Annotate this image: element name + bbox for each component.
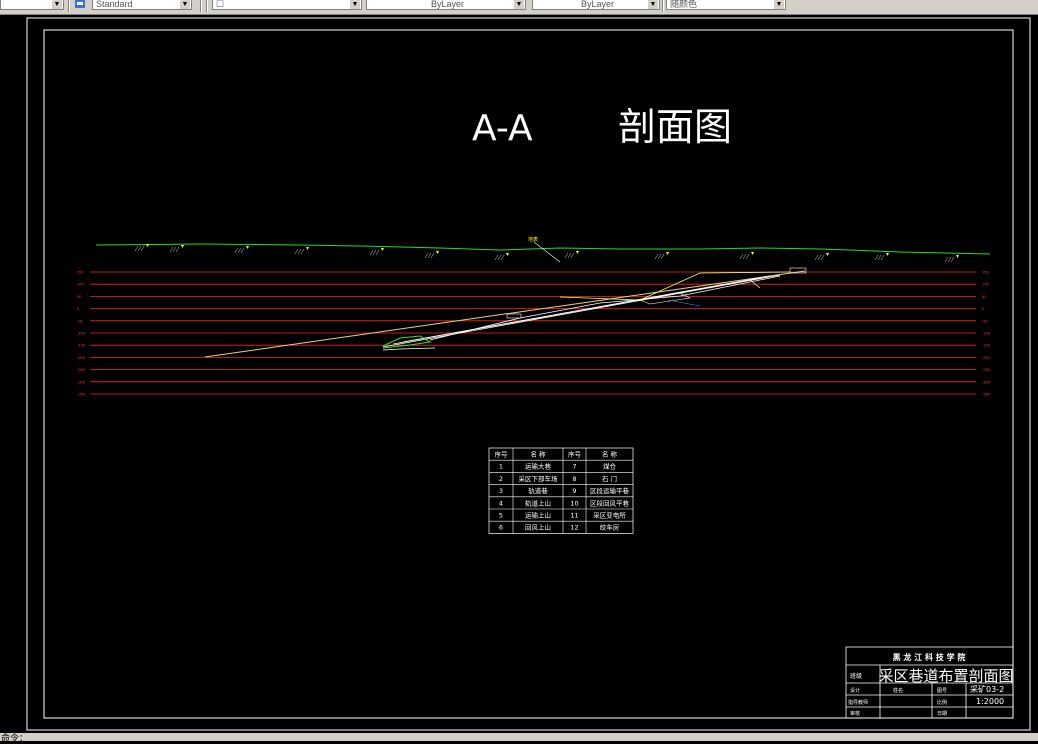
elevation-label-right: 50 (982, 294, 987, 299)
station-platform (382, 347, 436, 351)
surface-leader (533, 241, 561, 263)
coal-seam-floor (382, 274, 781, 348)
elevation-label-left: 100 (77, 282, 84, 287)
legend-cell: 4 (499, 499, 503, 507)
elevation-label-right: 0 (982, 306, 985, 311)
legend-header-cell: 名 称 (602, 450, 618, 459)
section-title: 剖面图 (618, 105, 732, 149)
legend-cell: 2 (499, 475, 503, 483)
legend-cell: 11 (570, 512, 578, 520)
legend-cell: 采区下部车场 (519, 474, 559, 483)
class-label: 班级 (850, 672, 862, 680)
drawing-name: 采区巷道布置剖面图 (878, 667, 1013, 685)
surface-hatch-icon (169, 245, 184, 253)
elevation-label-right: -300 (982, 379, 991, 384)
legend-table: 序号 名 称 序号 名 称 1 运输大巷 7 煤仓 2 采区下部车场 8 石 门 3 轨道巷 9 区段运输平巷… (488, 447, 634, 534)
command-line[interactable]: 命令： (0, 733, 1038, 743)
surface-hatch-icon (814, 253, 829, 261)
legend-cell: 回风上山 (525, 523, 551, 532)
elevation-label-right: -250 (982, 367, 991, 372)
elevation-label-left: -350 (77, 392, 86, 397)
school-name: 黑 龙 江 科 技 学 院 (893, 652, 966, 662)
mine-car-loop (382, 335, 432, 349)
legend-cell: 石 门 (602, 474, 617, 483)
designer-name: 姓名 (893, 687, 903, 694)
elevation-label-right: 150 (982, 270, 989, 275)
surface-hatch-icon (944, 255, 959, 263)
surface-label: 地表 (528, 236, 538, 243)
surface-hatch-icon (874, 253, 889, 261)
legend-cell: 12 (570, 524, 578, 532)
surface-hatch-icon (424, 251, 439, 259)
elevation-label-left: 150 (77, 270, 84, 275)
elevation-label-right: 100 (982, 282, 989, 287)
legend-cell: 绞车房 (600, 523, 620, 532)
reviewer-label: 审核 (850, 710, 860, 717)
elevation-label-left: -200 (77, 355, 86, 360)
elevation-label-left: -300 (77, 379, 86, 384)
legend-cell: 10 (570, 499, 578, 507)
legend-cell: 轨道上山 (525, 498, 551, 507)
surface-hatch-icon (234, 246, 249, 254)
surface-symbols (134, 244, 959, 263)
leader-line (667, 299, 701, 307)
elevation-label-left: 0 (77, 306, 80, 311)
legend-cell: 5 (499, 512, 503, 520)
advisor-label: 指导教师 (848, 699, 868, 706)
legend-cell: 区段回风平巷 (590, 498, 630, 507)
drawing-number: 采矿03-2 (970, 684, 1004, 694)
elevation-label-left: -250 (77, 367, 86, 372)
scale-label: 比例 (937, 699, 947, 706)
legend-cell: 轨道巷 (528, 486, 548, 495)
surface-hatch-icon (654, 252, 669, 260)
elevation-label-left: -100 (77, 331, 86, 336)
elevation-label-right: -350 (982, 392, 991, 397)
legend-cell: 运输大巷 (525, 462, 552, 471)
legend-header-cell: 名 称 (530, 450, 546, 459)
surface-hatch-icon (739, 252, 754, 260)
legend-cell: 8 (572, 475, 576, 483)
legend-cell: 6 (499, 524, 503, 532)
elevation-label-right: -50 (982, 318, 989, 323)
legend-cell: 9 (572, 487, 576, 495)
legend-cell: 3 (499, 487, 503, 495)
elevation-label-left: 50 (77, 294, 82, 299)
drawing-canvas[interactable]: A-A 剖面图 地表 150 150 100 100 50 50 0 0 -50 -50 -100 -… (0, 0, 1038, 733)
haulage-drift (559, 271, 791, 301)
command-prompt: 命令： (1, 733, 29, 743)
elevation-label-left: -150 (77, 343, 86, 348)
elevation-label-right: -150 (982, 343, 991, 348)
surface-hatch-icon (564, 251, 579, 259)
legend-header-cell: 序号 (568, 450, 582, 459)
legend-cell: 运输上山 (525, 511, 551, 520)
drawing-number-label: 图号 (937, 688, 947, 694)
date-label: 日期 (937, 711, 947, 717)
designer-label: 设计 (850, 687, 860, 694)
title-block: 黑 龙 江 科 技 学 院 班级 采区巷道布置剖面图 设计 姓名 图号 采矿03… (845, 646, 1014, 719)
section-title-prefix: A-A (472, 108, 533, 149)
surface-hatch-icon (294, 247, 309, 255)
legend-cell: 采区变电所 (593, 511, 626, 520)
legend-cell: 1 (499, 463, 503, 471)
elevation-label-left: -50 (77, 318, 84, 323)
surface-hatch-icon (369, 248, 384, 256)
legend-cell: 区段运输平巷 (590, 486, 630, 495)
elevation-label-right: -200 (982, 355, 991, 360)
scale-value: 1:2000 (976, 697, 1004, 706)
legend-header-cell: 序号 (495, 450, 509, 459)
surface-hatch-icon (494, 253, 509, 261)
substation-block (506, 313, 522, 319)
return-incline (429, 275, 781, 341)
elevation-grid: 150 150 100 100 50 50 0 0 -50 -50 -100 -100 -150 -150… (77, 270, 991, 397)
elevation-label-right: -100 (982, 331, 991, 336)
legend-cell: 7 (572, 463, 576, 471)
legend-cell: 煤仓 (603, 462, 617, 471)
